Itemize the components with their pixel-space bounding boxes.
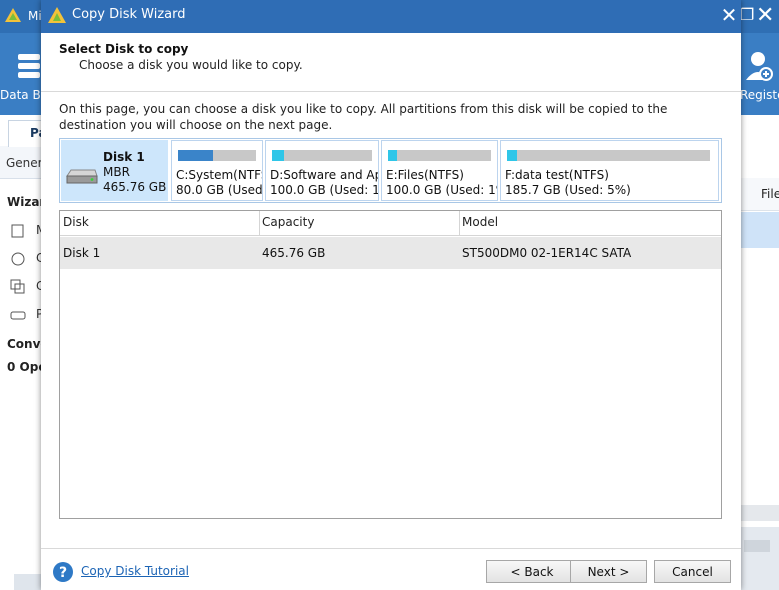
column-separator[interactable] xyxy=(459,211,460,235)
cell-model: ST500DM0 02-1ER14C SATA xyxy=(462,246,632,260)
partition-name: E:Files(NTFS) xyxy=(386,168,464,182)
step-header: Select Disk to copy Choose a disk you wo… xyxy=(41,33,741,92)
dialog-title: Copy Disk Wizard xyxy=(72,7,186,22)
partition-block[interactable]: C:System(NTFS) 80.0 GB (Used: 4 xyxy=(171,140,263,201)
background-wizard-heading: Wizar xyxy=(7,195,46,209)
step-title: Select Disk to copy xyxy=(59,42,189,56)
partition-info: 100.0 GB (Used: 12% xyxy=(270,183,379,197)
background-bottom-panel xyxy=(741,527,779,590)
partition-usage-fill xyxy=(178,150,213,161)
partition-block[interactable]: D:Software and Appl 100.0 GB (Used: 12% xyxy=(265,140,379,201)
partition-recovery-icon[interactable] xyxy=(10,307,26,323)
partition-info: 100.0 GB (Used: 1%) xyxy=(386,183,497,197)
step-subtitle: Choose a disk you would like to copy. xyxy=(79,58,303,72)
copy-disk-wizard-dialog: Copy Disk Wizard ✕ Select Disk to copy C… xyxy=(41,0,741,590)
footer-divider xyxy=(41,548,741,549)
close-icon[interactable]: ✕ xyxy=(719,3,739,27)
disk-cell[interactable]: Disk 1 MBR 465.76 GB xyxy=(61,140,168,201)
page-description: On this page, you can choose a disk you … xyxy=(59,102,668,132)
cell-disk: Disk 1 xyxy=(63,246,101,260)
partition-name: D:Software and Appl xyxy=(270,168,378,182)
background-left-panel xyxy=(0,115,41,590)
cancel-button[interactable]: Cancel xyxy=(654,560,731,583)
partition-usage-bar xyxy=(178,150,256,161)
maximize-icon[interactable]: ❐ xyxy=(740,5,754,24)
back-button[interactable]: < Back xyxy=(486,560,578,583)
partition-info: 80.0 GB (Used: 4 xyxy=(176,183,263,197)
app-logo-icon xyxy=(5,8,21,22)
column-separator[interactable] xyxy=(259,211,260,235)
background-selected-row[interactable] xyxy=(741,212,779,248)
disk-name: Disk 1 xyxy=(103,150,145,164)
partition-usage-bar xyxy=(388,150,491,161)
partition-name: C:System(NTFS) xyxy=(176,168,262,182)
partition-block[interactable]: F:data test(NTFS) 185.7 GB (Used: 5%) xyxy=(500,140,719,201)
table-row[interactable]: Disk 1 465.76 GB ST500DM0 02-1ER14C SATA xyxy=(60,237,721,269)
background-bottom-button[interactable] xyxy=(14,574,41,590)
partition-usage-fill xyxy=(507,150,517,161)
cell-capacity: 465.76 GB xyxy=(262,246,326,260)
partition-usage-fill xyxy=(388,150,397,161)
background-app-title: Mi xyxy=(28,9,42,23)
partition-usage-bar xyxy=(507,150,710,161)
wizard-app-icon xyxy=(48,7,66,23)
disk-list[interactable]: Disk Capacity Model Disk 1 465.76 GB ST5… xyxy=(59,210,722,519)
partition-usage-bar xyxy=(272,150,372,161)
migrate-os-icon[interactable] xyxy=(10,223,26,239)
background-toolbar-right-label[interactable]: Register xyxy=(740,88,779,102)
column-header-disk[interactable]: Disk xyxy=(63,215,89,229)
data-backup-icon[interactable] xyxy=(0,48,40,88)
copy-disk-icon[interactable] xyxy=(10,279,26,295)
background-close-icon[interactable]: ✕ xyxy=(756,3,774,28)
help-icon[interactable]: ? xyxy=(52,561,74,583)
register-user-icon[interactable] xyxy=(744,50,774,82)
background-legend-box xyxy=(744,540,770,552)
disk-type: MBR xyxy=(103,165,130,179)
copy-partition-icon[interactable] xyxy=(10,251,26,267)
disk-map[interactable]: Disk 1 MBR 465.76 GB C:System(NTFS) 80.0… xyxy=(59,138,722,203)
partition-info: 185.7 GB (Used: 5%) xyxy=(505,183,631,197)
hard-disk-icon xyxy=(66,169,98,184)
copy-disk-tutorial-link[interactable]: Copy Disk Tutorial xyxy=(81,564,189,578)
partition-block[interactable]: E:Files(NTFS) 100.0 GB (Used: 1%) xyxy=(381,140,498,201)
partition-name: F:data test(NTFS) xyxy=(505,168,609,182)
background-file-column: File xyxy=(761,187,779,201)
column-header-model[interactable]: Model xyxy=(462,215,498,229)
disk-size: 465.76 GB xyxy=(103,180,167,194)
column-header-capacity[interactable]: Capacity xyxy=(262,215,314,229)
list-header: Disk Capacity Model xyxy=(60,211,721,236)
partition-usage-fill xyxy=(272,150,284,161)
next-button[interactable]: Next > xyxy=(570,560,647,583)
svg-text:?: ? xyxy=(59,565,67,581)
background-scrollbar[interactable] xyxy=(741,505,779,521)
